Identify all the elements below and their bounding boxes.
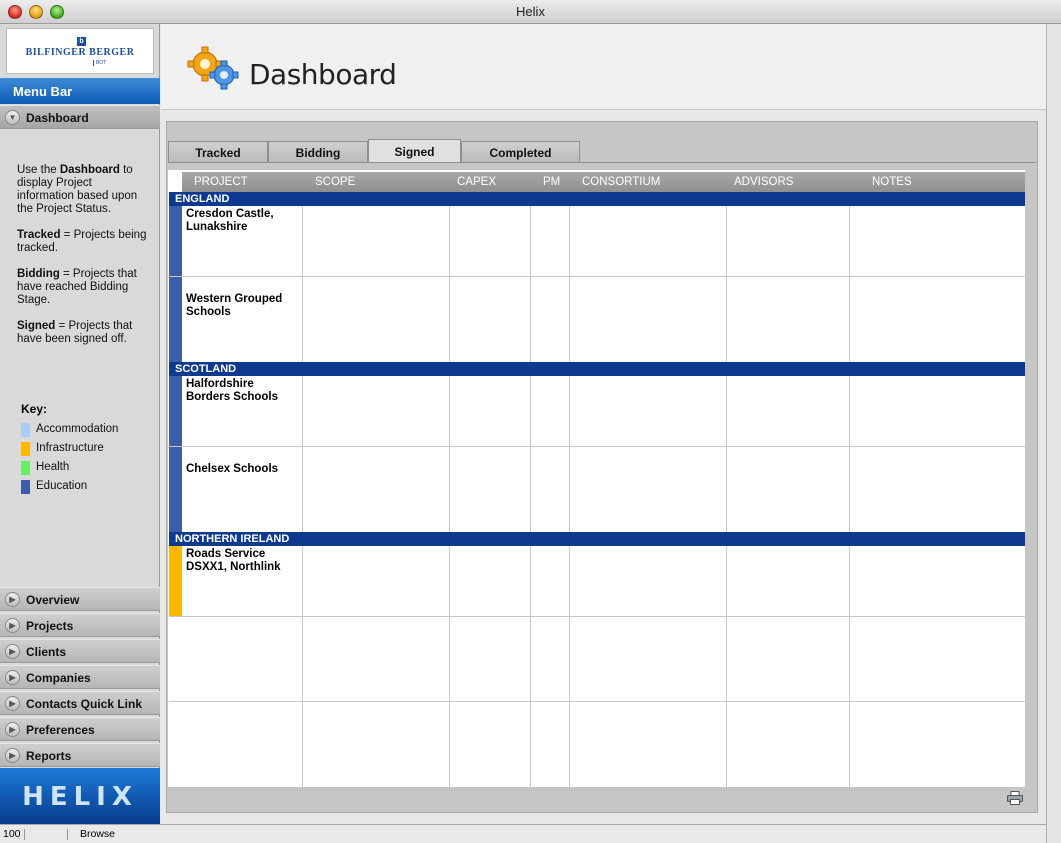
grid-line xyxy=(302,192,303,787)
table-row-project[interactable]: Chelsex Schools xyxy=(186,463,296,476)
region-header-northern-ireland: NORTHERN IRELAND xyxy=(169,532,1025,546)
page-header: Dashboard xyxy=(161,24,1046,110)
column-header-capex: CAPEX xyxy=(457,176,496,188)
chevron-right-icon: ▶ xyxy=(5,670,20,685)
column-header-advisors: ADVISORS xyxy=(734,176,794,188)
color-swatch xyxy=(21,461,30,475)
category-color-bar xyxy=(169,447,182,532)
zoom-controls-icon[interactable] xyxy=(24,829,68,840)
sidebar-item-clients[interactable]: ▶ Clients xyxy=(0,639,160,663)
grid-line xyxy=(849,192,850,787)
color-swatch xyxy=(21,442,30,456)
region-header-scotland: SCOTLAND xyxy=(169,362,1025,376)
sidebar-item-label: Overview xyxy=(26,593,80,607)
tab-tracked[interactable]: Tracked xyxy=(168,141,268,163)
table-row-project[interactable]: Western Grouped Schools xyxy=(186,293,296,319)
region-header-england: ENGLAND xyxy=(169,192,1025,206)
table-row-project[interactable]: Roads Service DSXX1, Northlink xyxy=(186,548,296,574)
logo-mark-icon: b xyxy=(77,37,86,46)
print-icon[interactable] xyxy=(1007,791,1023,805)
sidebar-item-companies[interactable]: ▶ Companies xyxy=(0,665,160,689)
sidebar-item-label: Clients xyxy=(26,645,67,659)
chevron-right-icon: ▶ xyxy=(5,748,20,763)
chevron-right-icon: ▶ xyxy=(5,592,20,607)
category-color-bar xyxy=(169,206,182,276)
sidebar-item-label: Preferences xyxy=(26,723,95,737)
color-swatch xyxy=(21,423,30,437)
column-header-consortium: CONSORTIUM xyxy=(582,176,661,188)
tab-completed[interactable]: Completed xyxy=(461,141,580,163)
table-row-project[interactable]: Halfordshire Borders Schools xyxy=(186,378,296,404)
dashboard-help-text: Use the Dashboard to display Project inf… xyxy=(17,164,147,345)
category-color-bar xyxy=(169,277,182,362)
grid-line xyxy=(569,192,570,787)
grid-line xyxy=(449,192,450,787)
logo-sub-text: BOT xyxy=(93,60,106,66)
sidebar-item-contacts-quick-link[interactable]: ▶ Contacts Quick Link xyxy=(0,691,160,715)
grid-line xyxy=(169,616,1025,617)
gears-icon xyxy=(187,46,239,90)
chevron-right-icon: ▶ xyxy=(5,644,20,659)
column-header-pm: PM xyxy=(543,176,561,188)
grid-line xyxy=(530,192,531,787)
sidebar-item-label: Reports xyxy=(26,749,72,763)
table-row-project[interactable]: Cresdon Castle, Lunakshire xyxy=(186,208,296,234)
sidebar-item-label: Projects xyxy=(26,619,74,633)
sidebar-item-preferences[interactable]: ▶ Preferences xyxy=(0,717,160,741)
helix-brand-footer: HELIX xyxy=(0,768,160,824)
category-color-bar xyxy=(169,376,182,446)
logo-brand-text: BILFINGER BERGER xyxy=(25,47,135,58)
sidebar-item-dashboard[interactable]: ▼ Dashboard xyxy=(0,105,160,129)
tab-divider xyxy=(168,162,1036,163)
page-title: Dashboard xyxy=(249,58,397,91)
column-header-scope: SCOPE xyxy=(315,176,356,188)
grid-line xyxy=(169,446,1025,447)
column-header-project: PROJECT xyxy=(194,176,248,188)
grid-line xyxy=(169,701,1025,702)
tab-bidding[interactable]: Bidding xyxy=(268,141,368,163)
sidebar-item-label: Contacts Quick Link xyxy=(26,697,143,711)
window-title: Helix xyxy=(516,4,545,19)
sidebar-item-projects[interactable]: ▶ Projects xyxy=(0,613,160,637)
chevron-down-icon: ▼ xyxy=(5,110,20,125)
key-title: Key: xyxy=(21,402,48,416)
tab-signed[interactable]: Signed xyxy=(368,139,461,163)
grid-line xyxy=(169,276,1025,277)
projects-table xyxy=(168,170,1025,787)
window-scrollbar[interactable] xyxy=(1046,24,1061,843)
chevron-right-icon: ▶ xyxy=(5,696,20,711)
chevron-right-icon: ▶ xyxy=(5,722,20,737)
zoom-level[interactable]: 100 xyxy=(3,828,21,840)
window-titlebar: Helix xyxy=(0,0,1061,24)
column-header-notes: NOTES xyxy=(872,176,912,188)
table-header: PROJECT SCOPE CAPEX PM CONSORTIUM ADVISO… xyxy=(182,172,1025,192)
category-color-bar xyxy=(169,546,182,616)
sidebar: b BILFINGER BERGER BOT Menu Bar ▼ Dashbo… xyxy=(0,24,160,824)
sidebar-item-label: Dashboard xyxy=(26,111,89,125)
sidebar-item-reports[interactable]: ▶ Reports xyxy=(0,743,160,767)
mode-indicator[interactable]: Browse xyxy=(80,828,115,840)
company-logo: b BILFINGER BERGER BOT xyxy=(6,28,154,74)
status-bar: 100 Browse xyxy=(0,824,1046,843)
sidebar-item-overview[interactable]: ▶ Overview xyxy=(0,587,160,611)
chevron-right-icon: ▶ xyxy=(5,618,20,633)
color-swatch xyxy=(21,480,30,494)
sidebar-item-label: Companies xyxy=(26,671,91,685)
grid-line xyxy=(726,192,727,787)
menu-bar-label: Menu Bar xyxy=(0,78,160,104)
